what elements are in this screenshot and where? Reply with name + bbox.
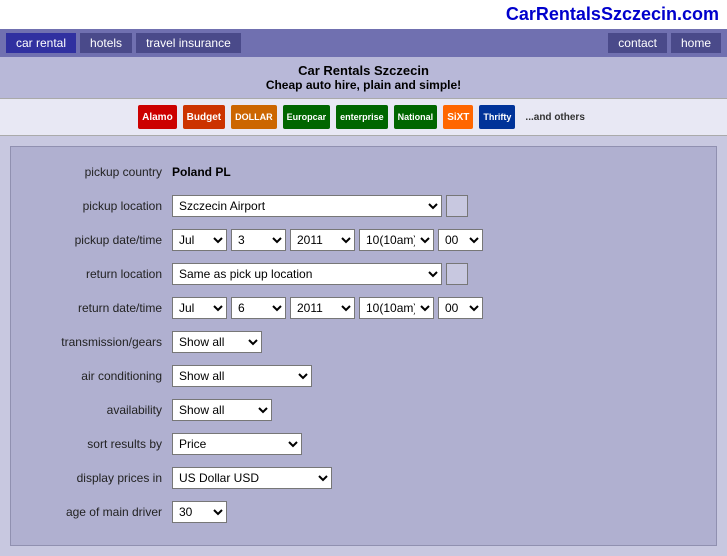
transmission-row: transmission/gears Show all <box>27 329 700 355</box>
return-min-select[interactable]: 00 <box>438 297 483 319</box>
transmission-label: transmission/gears <box>27 335 172 349</box>
sort-control: Price <box>172 433 700 455</box>
tagline: Car Rentals Szczecin Cheap auto hire, pl… <box>0 57 727 98</box>
return-location-row: return location Same as pick up location <box>27 261 700 287</box>
site-title: CarRentalsSzczecin.com <box>506 4 719 24</box>
return-location-control: Same as pick up location <box>172 263 700 285</box>
ac-label: air conditioning <box>27 369 172 383</box>
currency-control: US Dollar USD <box>172 467 700 489</box>
transmission-control: Show all <box>172 331 700 353</box>
availability-select[interactable]: Show all <box>172 399 272 421</box>
currency-row: display prices in US Dollar USD <box>27 465 700 491</box>
availability-control: Show all <box>172 399 700 421</box>
return-year-select[interactable]: 2011 <box>290 297 355 319</box>
currency-select[interactable]: US Dollar USD <box>172 467 332 489</box>
brand-enterprise[interactable]: enterprise <box>336 105 388 129</box>
site-header: CarRentalsSzczecin.com <box>0 0 727 29</box>
brand-budget[interactable]: Budget <box>183 105 225 129</box>
availability-label: availability <box>27 403 172 417</box>
age-control: 30 <box>172 501 700 523</box>
form-container: pickup country Poland PL pickup location… <box>10 146 717 546</box>
return-location-info-btn[interactable] <box>446 263 468 285</box>
tagline-slogan: Cheap auto hire, plain and simple! <box>6 78 721 92</box>
sort-select[interactable]: Price <box>172 433 302 455</box>
age-select[interactable]: 30 <box>172 501 227 523</box>
nav-contact[interactable]: contact <box>608 33 667 53</box>
pickup-location-row: pickup location Szczecin Airport <box>27 193 700 219</box>
pickup-datetime-control: Jul 3 2011 10(10am): 00 <box>172 229 700 251</box>
brand-alamo[interactable]: Alamo <box>138 105 177 129</box>
nav-hotels[interactable]: hotels <box>80 33 132 53</box>
pickup-country-label: pickup country <box>27 165 172 179</box>
return-day-select[interactable]: 6 <box>231 297 286 319</box>
brand-thrifty[interactable]: Thrifty <box>479 105 515 129</box>
pickup-country-row: pickup country Poland PL <box>27 159 700 185</box>
currency-label: display prices in <box>27 471 172 485</box>
return-datetime-label: return date/time <box>27 301 172 315</box>
pickup-location-control: Szczecin Airport <box>172 195 700 217</box>
pickup-min-select[interactable]: 00 <box>438 229 483 251</box>
transmission-select[interactable]: Show all <box>172 331 262 353</box>
nav-car-rental[interactable]: car rental <box>6 33 76 53</box>
pickup-country-control: Poland PL <box>172 165 700 179</box>
brand-sixt[interactable]: SiXT <box>443 105 473 129</box>
nav-home[interactable]: home <box>671 33 721 53</box>
return-month-select[interactable]: Jul <box>172 297 227 319</box>
return-hour-select[interactable]: 10(10am): <box>359 297 434 319</box>
pickup-datetime-label: pickup date/time <box>27 233 172 247</box>
return-location-select[interactable]: Same as pick up location <box>172 263 442 285</box>
ac-row: air conditioning Show all <box>27 363 700 389</box>
brand-others: ...and others <box>521 105 588 129</box>
pickup-location-info-btn[interactable] <box>446 195 468 217</box>
sort-label: sort results by <box>27 437 172 451</box>
sort-row: sort results by Price <box>27 431 700 457</box>
availability-row: availability Show all <box>27 397 700 423</box>
ac-control: Show all <box>172 365 700 387</box>
return-datetime-control: Jul 6 2011 10(10am): 00 <box>172 297 700 319</box>
pickup-hour-select[interactable]: 10(10am): <box>359 229 434 251</box>
return-datetime-row: return date/time Jul 6 2011 10(10am): 00 <box>27 295 700 321</box>
main-content: pickup country Poland PL pickup location… <box>0 136 727 556</box>
tagline-site-name: Car Rentals Szczecin <box>6 63 721 78</box>
brand-europcar[interactable]: Europcar <box>283 105 331 129</box>
pickup-datetime-row: pickup date/time Jul 3 2011 10(10am): 00 <box>27 227 700 253</box>
age-label: age of main driver <box>27 505 172 519</box>
pickup-location-label: pickup location <box>27 199 172 213</box>
brand-dollar[interactable]: DOLLAR <box>231 105 277 129</box>
brand-national[interactable]: National <box>394 105 438 129</box>
nav-travel-insurance[interactable]: travel insurance <box>136 33 241 53</box>
ac-select[interactable]: Show all <box>172 365 312 387</box>
pickup-country-value: Poland PL <box>172 165 231 179</box>
return-location-label: return location <box>27 267 172 281</box>
pickup-year-select[interactable]: 2011 <box>290 229 355 251</box>
pickup-month-select[interactable]: Jul <box>172 229 227 251</box>
nav-right: contact home <box>608 33 721 53</box>
brands-bar: Alamo Budget DOLLAR Europcar enterprise … <box>0 98 727 136</box>
pickup-day-select[interactable]: 3 <box>231 229 286 251</box>
age-row: age of main driver 30 <box>27 499 700 525</box>
nav-bar: car rental hotels travel insurance conta… <box>0 29 727 57</box>
pickup-location-select[interactable]: Szczecin Airport <box>172 195 442 217</box>
